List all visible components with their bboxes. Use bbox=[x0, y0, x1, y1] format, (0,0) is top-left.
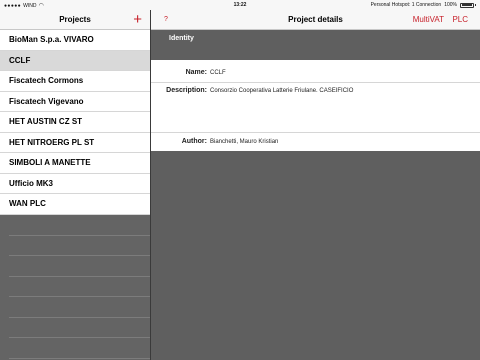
description-label: Description: bbox=[166, 87, 207, 94]
add-project-button[interactable]: + bbox=[133, 11, 142, 28]
name-label: Name: bbox=[185, 69, 207, 76]
author-value[interactable]: Bianchetti, Mauro Kristian bbox=[207, 135, 278, 151]
project-list-item[interactable]: WAN PLC bbox=[0, 194, 150, 215]
status-right: Personal Hotspot: 1 Connection 100% bbox=[371, 2, 476, 8]
project-list-item[interactable]: BioMan S.p.a. VIVARO bbox=[0, 30, 150, 51]
battery-percent: 100% bbox=[444, 2, 457, 8]
empty-row bbox=[9, 256, 150, 277]
projects-panel: Projects + BioMan S.p.a. VIVARO CCLF Fisca… bbox=[0, 10, 151, 360]
empty-row bbox=[9, 236, 150, 256]
details-panel: ? Project details MultiVAT PLC Identity … bbox=[151, 10, 480, 360]
battery-icon bbox=[460, 2, 474, 8]
multivat-button[interactable]: MultiVAT bbox=[413, 15, 444, 24]
project-list-item[interactable]: HET NITROERG PL ST bbox=[0, 133, 150, 153]
project-list-item[interactable]: Ufficio MK3 bbox=[0, 174, 150, 194]
name-value[interactable]: CCLF bbox=[207, 63, 226, 82]
empty-row bbox=[9, 318, 150, 338]
name-row[interactable]: Name: CCLF bbox=[151, 63, 480, 83]
status-bar: ●●●●● WIND ◠ 13:22 Personal Hotspot: 1 C… bbox=[0, 0, 480, 10]
project-list-item[interactable]: CCLF bbox=[0, 50, 150, 71]
plc-button[interactable]: PLC bbox=[452, 15, 468, 24]
details-nav-bar: ? Project details MultiVAT PLC bbox=[151, 10, 480, 30]
empty-row bbox=[9, 215, 150, 236]
projects-nav-bar: Projects + bbox=[0, 10, 150, 30]
hotspot-label: Personal Hotspot: 1 Connection bbox=[370, 2, 442, 8]
description-value[interactable]: Consorzio Cooperativa Latterie Friulane.… bbox=[207, 87, 353, 132]
battery-tip-icon bbox=[475, 3, 476, 7]
projects-title: Projects bbox=[59, 15, 91, 24]
project-list-item[interactable]: SIMBOLI A MANETTE bbox=[0, 153, 150, 174]
author-label: Author: bbox=[181, 138, 207, 145]
description-row[interactable]: Description: Consorzio Cooperativa Latte… bbox=[151, 83, 480, 133]
author-row[interactable]: Author: Bianchetti, Mauro Kristian bbox=[151, 135, 480, 151]
empty-list-area bbox=[0, 215, 150, 360]
project-list: BioMan S.p.a. VIVARO CCLF Fiscatech Cormon… bbox=[0, 30, 150, 215]
project-list-item[interactable]: Fiscatech Vigevano bbox=[0, 92, 150, 112]
empty-row bbox=[9, 277, 150, 297]
identity-section-header: Identity bbox=[151, 30, 480, 60]
project-list-item[interactable]: HET AUSTIN CZ ST bbox=[0, 112, 150, 133]
project-list-item[interactable]: Fiscatech Cormons bbox=[0, 71, 150, 92]
empty-row bbox=[9, 297, 150, 318]
identity-section-title: Identity bbox=[169, 35, 194, 42]
identity-card: Name: CCLF Description: Consorzio Cooper… bbox=[151, 60, 480, 151]
empty-row bbox=[9, 338, 150, 359]
